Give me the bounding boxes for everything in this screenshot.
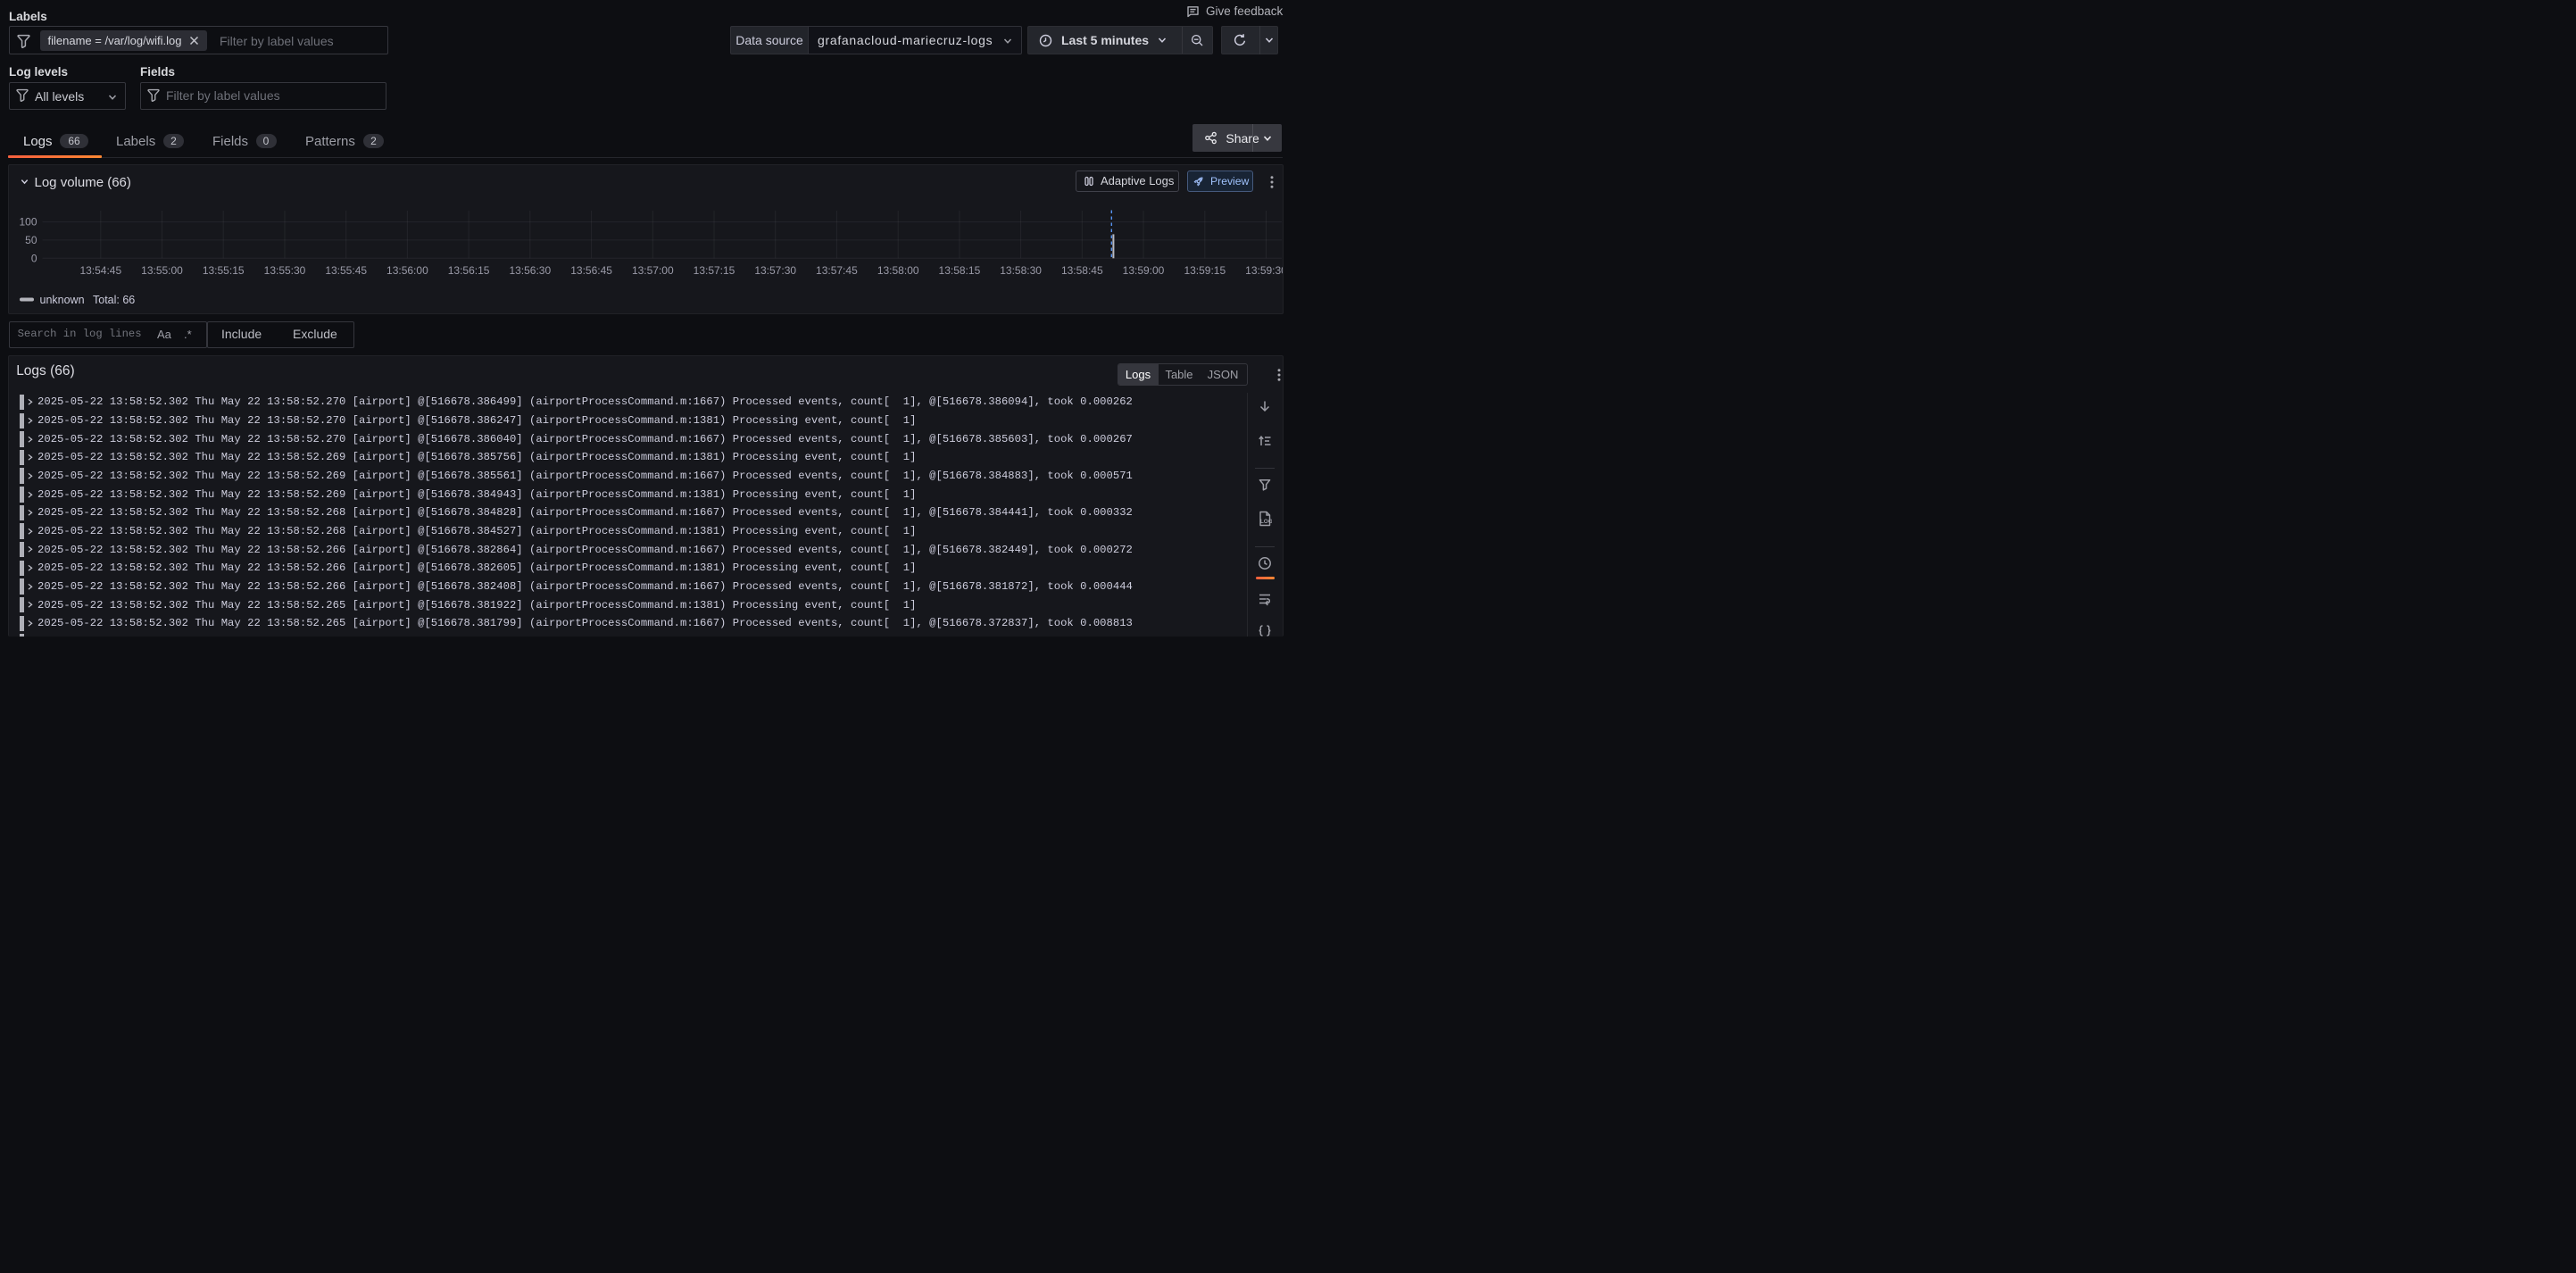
svg-text:13:56:45: 13:56:45 (570, 264, 612, 277)
svg-text:Total: 66: Total: 66 (93, 294, 135, 306)
svg-text:0: 0 (31, 252, 37, 264)
svg-text:13:59:00: 13:59:00 (1123, 264, 1165, 277)
svg-text:13:59:30: 13:59:30 (1245, 264, 1283, 277)
svg-text:13:58:45: 13:58:45 (1061, 264, 1103, 277)
svg-text:13:59:15: 13:59:15 (1184, 264, 1226, 277)
svg-text:13:56:30: 13:56:30 (509, 264, 551, 277)
svg-text:13:55:30: 13:55:30 (264, 264, 306, 277)
svg-text:13:58:30: 13:58:30 (1000, 264, 1042, 277)
svg-text:13:57:15: 13:57:15 (694, 264, 735, 277)
svg-text:50: 50 (25, 234, 37, 246)
svg-text:13:56:15: 13:56:15 (448, 264, 490, 277)
svg-text:13:57:30: 13:57:30 (754, 264, 796, 277)
svg-text:13:57:00: 13:57:00 (632, 264, 674, 277)
svg-text:13:58:00: 13:58:00 (877, 264, 919, 277)
svg-text:13:55:45: 13:55:45 (325, 264, 367, 277)
svg-text:LOG: LOG (1259, 519, 1271, 525)
svg-text:13:54:45: 13:54:45 (79, 264, 121, 277)
svg-text:13:57:45: 13:57:45 (816, 264, 858, 277)
svg-text:13:58:15: 13:58:15 (939, 264, 981, 277)
svg-text:13:56:00: 13:56:00 (386, 264, 428, 277)
svg-text:13:55:00: 13:55:00 (141, 264, 183, 277)
svg-text:unknown: unknown (40, 294, 85, 306)
svg-text:13:55:15: 13:55:15 (203, 264, 245, 277)
svg-text:100: 100 (19, 216, 37, 229)
